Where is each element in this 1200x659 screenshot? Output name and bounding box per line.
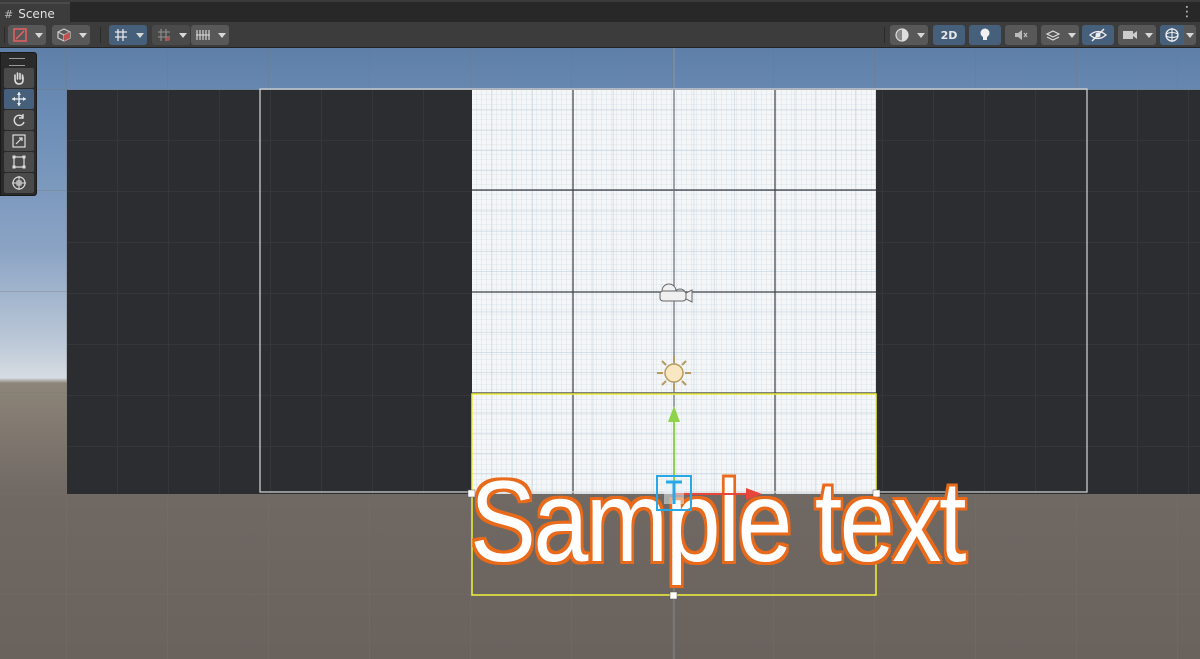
gizmo-sphere-icon [1165,28,1179,42]
snap-grid-icon [158,29,170,41]
lightbulb-icon [980,28,990,40]
scale-tool[interactable] [4,131,34,151]
camera-icon [1123,31,1137,39]
render-mode-dropdown[interactable] [52,25,76,45]
tool-palette [0,52,37,196]
rotate-icon [13,114,25,127]
toolbar-separator [884,27,885,43]
kebab-menu-icon[interactable]: ⋮ [1180,4,1194,20]
shaded-brush-icon [13,28,27,42]
rect-handle-bottom[interactable] [669,591,678,600]
toolbar-separator [100,27,101,43]
shading-mode-caret[interactable] [914,25,928,45]
scale-icon [12,134,26,148]
gizmos-dropdown[interactable] [1160,25,1184,45]
move-arrows-icon [12,92,26,106]
layers-effects-icon [1045,30,1061,41]
2d-label: 2D [940,28,958,42]
draw-mode-caret[interactable] [32,25,46,45]
scene-toolbar: 2D [0,22,1200,48]
camera-dropdown[interactable] [1118,25,1142,45]
scene-tab-label: Scene [18,7,55,21]
increment-snap-dropdown[interactable] [152,25,176,45]
scene-visibility-toggle[interactable] [1082,25,1114,45]
transform-all-icon [12,176,26,190]
lighting-toggle[interactable] [969,25,1001,45]
shading-mode-dropdown[interactable] [890,25,914,45]
render-mode-caret[interactable] [76,25,90,45]
toolbar-separator [4,27,5,43]
camera-caret[interactable] [1142,25,1156,45]
grid-icon: # [4,7,14,21]
scene-tab[interactable]: # Scene [0,2,70,24]
light-sun-gizmo-icon[interactable] [657,356,691,390]
rect-transform-icon [12,155,26,169]
eye-hidden-icon [1089,28,1107,42]
scene-tab-bar: # Scene ⋮ [0,0,1200,24]
rect-tool[interactable] [4,152,34,172]
sphere-half-icon [895,28,909,42]
2d-toggle[interactable]: 2D [933,25,965,45]
rotate-tool[interactable] [4,110,34,130]
sample-text-object[interactable]: Sample text [470,460,966,585]
grid-visibility-caret[interactable] [215,25,229,45]
gizmos-caret[interactable] [1184,25,1196,45]
speaker-muted-icon [1015,30,1028,40]
effects-caret[interactable] [1065,25,1079,45]
effects-dropdown[interactable] [1041,25,1065,45]
sample-text-content: Sample text [470,458,966,586]
hand-icon [14,72,24,85]
audio-toggle[interactable] [1005,25,1037,45]
hand-tool[interactable] [4,68,34,88]
grid-visibility-dropdown[interactable] [191,25,215,45]
move-tool[interactable] [4,89,34,109]
transform-tool[interactable] [4,173,34,193]
cube-icon [57,28,71,42]
scene-viewport[interactable]: Sample text [0,48,1200,659]
draw-mode-dropdown[interactable] [8,25,32,45]
grid-snap-toggle[interactable] [109,25,133,45]
grid-snap-caret[interactable] [133,25,147,45]
grid-snap-icon [115,29,127,41]
increment-snap-caret[interactable] [176,25,190,45]
ruler-grid-icon [196,30,210,40]
palette-drag-handle[interactable] [9,58,25,66]
